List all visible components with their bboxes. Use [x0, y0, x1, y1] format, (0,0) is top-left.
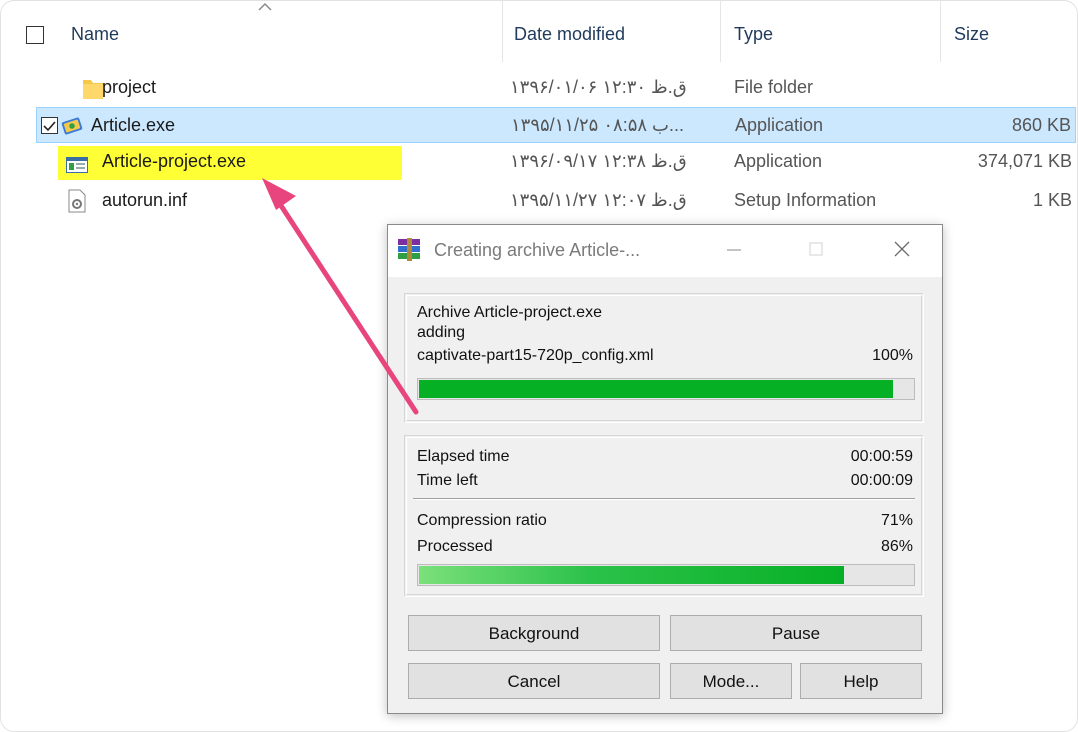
file-date: ۱۳۹۶/۰۱/۰۶ ق.ظ ۱۲:۳۰: [510, 77, 687, 97]
file-date: ۱۳۹۶/۰۹/۱۷ ق.ظ ۱۲:۳۸: [510, 151, 687, 171]
file-type: Application: [735, 115, 824, 135]
help-button[interactable]: Help: [800, 663, 922, 699]
elapsed-time-label: Elapsed time: [417, 448, 510, 465]
file-name: autorun.inf: [102, 190, 188, 210]
file-name: Article-project.exe: [102, 151, 247, 171]
current-file: captivate-part15-720p_config.xml: [417, 347, 654, 364]
file-size: 374,071 KB: [977, 151, 1072, 171]
total-progress-fill: [419, 566, 844, 584]
checkmark-icon: [43, 121, 56, 132]
dialog-title-bar[interactable]: Creating archive Article-...: [388, 225, 942, 277]
total-progress-bar: [417, 564, 915, 586]
elapsed-time-value: 00:00:59: [850, 448, 913, 465]
row-checkbox[interactable]: [41, 117, 58, 134]
stats-divider: [413, 498, 915, 500]
column-divider: [502, 0, 503, 62]
settings-file-icon: [68, 189, 86, 213]
file-progress-group: Archive Article-project.exe adding capti…: [404, 293, 924, 423]
file-name: project: [102, 77, 157, 97]
column-divider: [940, 0, 941, 62]
file-row-article-exe[interactable]: Article.exe ۱۳۹۵/۱۱/۲۵ ب ۰۸:۵۸... Applic…: [36, 107, 1076, 143]
sfx-exe-icon: [66, 157, 88, 173]
file-percent: 100%: [872, 347, 913, 364]
archive-progress-dialog: Creating archive Article-... Archive Art…: [387, 224, 943, 714]
sort-ascending-icon: [258, 2, 272, 11]
file-type: File folder: [734, 77, 814, 97]
file-progress-fill: [419, 380, 894, 398]
mode-button[interactable]: Mode...: [670, 663, 792, 699]
processed-label: Processed: [417, 538, 493, 555]
pause-button[interactable]: Pause: [670, 615, 922, 651]
file-list-header: Name Date modified Type Size: [0, 0, 1078, 68]
application-icon: [61, 117, 83, 135]
select-all-checkbox[interactable]: [26, 26, 44, 44]
time-left-value: 00:00:09: [850, 472, 913, 489]
file-date: ۱۳۹۵/۱۱/۲۵ ب ۰۸:۵۸...: [511, 115, 685, 135]
column-type[interactable]: Type: [734, 24, 773, 45]
folder-icon: [83, 80, 103, 99]
column-divider: [720, 0, 721, 62]
maximize-icon: [809, 242, 823, 256]
close-icon: [894, 241, 910, 257]
winrar-icon: [398, 238, 420, 261]
cancel-button[interactable]: Cancel: [408, 663, 660, 699]
processed-value: 86%: [880, 538, 913, 555]
minimize-button[interactable]: [714, 235, 754, 265]
file-date: ۱۳۹۵/۱۱/۲۷ ق.ظ ۱۲:۰۷: [510, 190, 687, 210]
dialog-title: Creating archive Article-...: [434, 240, 641, 260]
file-type: Application: [734, 151, 823, 171]
file-size: 1 KB: [1032, 190, 1072, 210]
file-row-article-project-exe[interactable]: Article-project.exe ۱۳۹۶/۰۹/۱۷ ق.ظ ۱۲:۳۸…: [36, 144, 1076, 180]
time-left-label: Time left: [417, 472, 478, 489]
background-button[interactable]: Background: [408, 615, 660, 651]
archive-name: Archive Article-project.exe: [417, 304, 602, 321]
column-date-modified[interactable]: Date modified: [514, 24, 625, 45]
file-row-autorun-inf[interactable]: autorun.inf ۱۳۹۵/۱۱/۲۷ ق.ظ ۱۲:۰۷ Setup I…: [36, 183, 1076, 219]
compression-ratio-label: Compression ratio: [417, 512, 547, 529]
column-size[interactable]: Size: [954, 24, 989, 45]
action-label: adding: [417, 324, 466, 341]
minimize-icon: [727, 249, 741, 251]
file-row-project[interactable]: project ۱۳۹۶/۰۱/۰۶ ق.ظ ۱۲:۳۰ File folder: [36, 70, 1076, 106]
file-progress-bar: [417, 378, 915, 400]
file-size: 860 KB: [1011, 115, 1071, 135]
compression-ratio-value: 71%: [880, 512, 913, 529]
button-group: Background Pause Cancel Mode... Help: [404, 609, 924, 705]
file-type: Setup Information: [734, 190, 877, 210]
file-name: Article.exe: [91, 115, 176, 135]
close-button[interactable]: [882, 235, 922, 265]
maximize-button: [796, 235, 836, 265]
stats-group: Elapsed time 00:00:59 Time left 00:00:09…: [404, 435, 924, 597]
column-name[interactable]: Name: [71, 24, 119, 45]
